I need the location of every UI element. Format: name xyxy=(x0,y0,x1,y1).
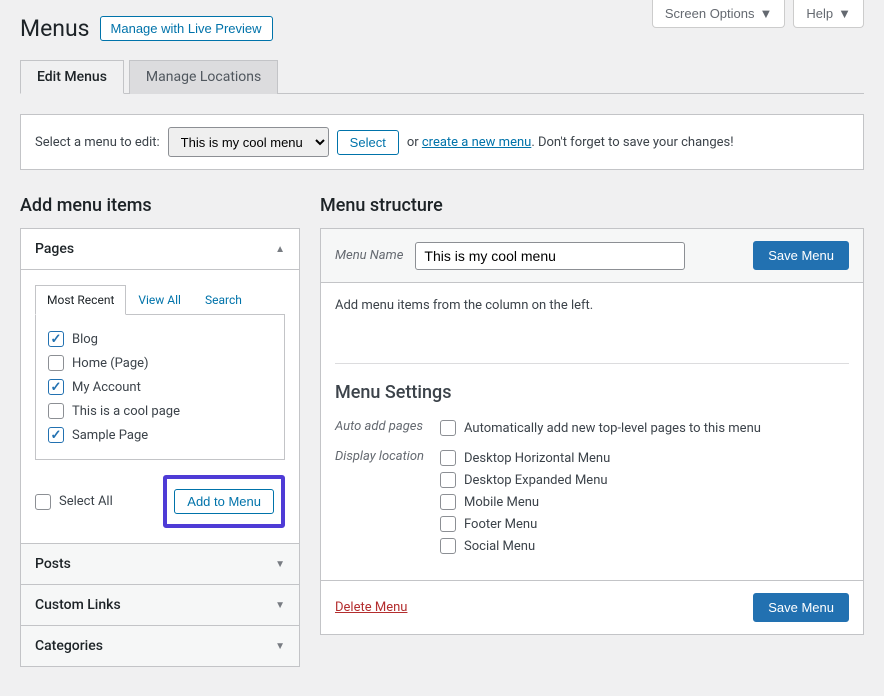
or-text: or xyxy=(407,135,419,150)
checkbox[interactable] xyxy=(440,472,456,488)
chevron-down-icon: ▼ xyxy=(275,600,285,611)
location-label: Desktop Horizontal Menu xyxy=(464,451,610,466)
display-location-label: Display location xyxy=(335,447,440,464)
select-all-label: Select All xyxy=(59,494,113,509)
checkbox[interactable] xyxy=(48,427,64,443)
location-option[interactable]: Footer Menu xyxy=(440,513,849,535)
select-all[interactable]: Select All xyxy=(35,494,113,510)
create-new-menu-link[interactable]: create a new menu xyxy=(422,135,531,150)
auto-add-option[interactable]: Automatically add new top-level pages to… xyxy=(440,417,849,439)
menu-structure-heading: Menu structure xyxy=(320,195,864,216)
accordion-posts-header[interactable]: Posts ▼ xyxy=(21,543,299,584)
reminder-text: . Don't forget to save your changes! xyxy=(531,135,733,150)
page-item[interactable]: Sample Page xyxy=(48,423,272,447)
accordion-custom-links-label: Custom Links xyxy=(35,597,121,613)
delete-menu-link[interactable]: Delete Menu xyxy=(335,600,407,615)
location-label: Social Menu xyxy=(464,539,535,554)
select-menu-label: Select a menu to edit: xyxy=(35,135,160,150)
checkbox[interactable] xyxy=(440,420,456,436)
checkbox[interactable] xyxy=(48,379,64,395)
accordion-categories-header[interactable]: Categories ▼ xyxy=(21,625,299,666)
auto-add-option-label: Automatically add new top-level pages to… xyxy=(464,421,761,436)
location-option[interactable]: Social Menu xyxy=(440,535,849,557)
chevron-down-icon: ▼ xyxy=(760,6,773,21)
page-item-label: Blog xyxy=(72,332,98,347)
screen-options-label: Screen Options xyxy=(665,6,755,21)
checkbox[interactable] xyxy=(440,450,456,466)
location-label: Mobile Menu xyxy=(464,495,539,510)
accordion-posts-label: Posts xyxy=(35,556,71,572)
chevron-up-icon: ▲ xyxy=(275,244,285,255)
chevron-down-icon: ▼ xyxy=(838,6,851,21)
page-item-label: Home (Page) xyxy=(72,356,149,371)
checkbox[interactable] xyxy=(440,494,456,510)
select-menu-button[interactable]: Select xyxy=(337,130,399,155)
save-menu-button-top[interactable]: Save Menu xyxy=(753,241,849,270)
location-option[interactable]: Desktop Horizontal Menu xyxy=(440,447,849,469)
checkbox[interactable] xyxy=(48,331,64,347)
menu-settings-heading: Menu Settings xyxy=(335,382,849,403)
chevron-down-icon: ▼ xyxy=(275,559,285,570)
menu-select-dropdown[interactable]: This is my cool menu xyxy=(168,127,329,157)
location-label: Footer Menu xyxy=(464,517,537,532)
help-button[interactable]: Help ▼ xyxy=(793,0,864,28)
tab-view-all[interactable]: View All xyxy=(126,285,193,315)
accordion-custom-links-header[interactable]: Custom Links ▼ xyxy=(21,584,299,625)
save-menu-button-bottom[interactable]: Save Menu xyxy=(753,593,849,622)
page-item[interactable]: Blog xyxy=(48,327,272,351)
checkbox[interactable] xyxy=(48,403,64,419)
highlight-add-to-menu: Add to Menu xyxy=(163,475,285,528)
add-to-menu-button[interactable]: Add to Menu xyxy=(174,489,274,514)
tab-edit-menus[interactable]: Edit Menus xyxy=(20,60,124,94)
checkbox[interactable] xyxy=(440,516,456,532)
accordion-pages-header[interactable]: Pages ▲ xyxy=(21,229,299,269)
screen-options-button[interactable]: Screen Options ▼ xyxy=(652,0,785,28)
tab-most-recent[interactable]: Most Recent xyxy=(35,285,126,315)
auto-add-label: Auto add pages xyxy=(335,417,440,434)
tab-manage-locations[interactable]: Manage Locations xyxy=(129,60,278,94)
accordion-pages-label: Pages xyxy=(35,241,74,257)
location-option[interactable]: Mobile Menu xyxy=(440,491,849,513)
menu-name-label: Menu Name xyxy=(335,248,403,263)
page-item[interactable]: My Account xyxy=(48,375,272,399)
checkbox[interactable] xyxy=(48,355,64,371)
divider xyxy=(335,363,849,364)
menu-name-input[interactable] xyxy=(415,242,685,270)
help-label: Help xyxy=(806,6,833,21)
location-option[interactable]: Desktop Expanded Menu xyxy=(440,469,849,491)
page-item-label: Sample Page xyxy=(72,428,148,443)
page-item[interactable]: This is a cool page xyxy=(48,399,272,423)
tab-search[interactable]: Search xyxy=(193,285,254,315)
location-label: Desktop Expanded Menu xyxy=(464,473,608,488)
page-item[interactable]: Home (Page) xyxy=(48,351,272,375)
page-item-label: This is a cool page xyxy=(72,404,180,419)
checkbox[interactable] xyxy=(440,538,456,554)
chevron-down-icon: ▼ xyxy=(275,641,285,652)
add-items-heading: Add menu items xyxy=(20,195,300,216)
page-item-label: My Account xyxy=(72,380,141,395)
empty-message: Add menu items from the column on the le… xyxy=(335,298,849,313)
accordion-categories-label: Categories xyxy=(35,638,103,654)
page-title: Menus xyxy=(20,15,90,42)
live-preview-button[interactable]: Manage with Live Preview xyxy=(100,16,273,41)
checkbox[interactable] xyxy=(35,494,51,510)
